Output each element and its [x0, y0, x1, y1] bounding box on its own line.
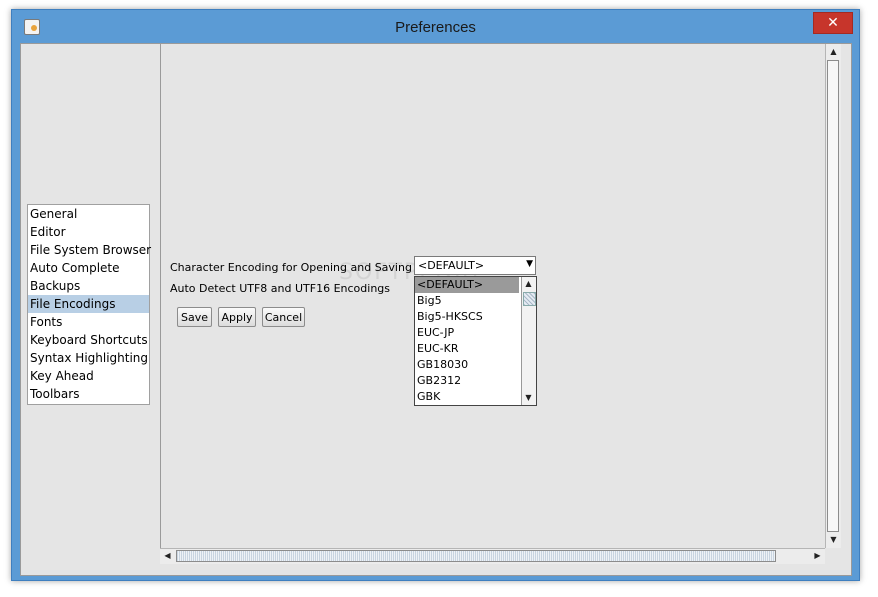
encoding-option[interactable]: EUC-JP	[415, 325, 519, 341]
arrow-down-icon[interactable]: ▼	[827, 533, 840, 547]
close-icon: ✕	[827, 15, 839, 31]
nav-item-general[interactable]: General	[28, 205, 149, 223]
apply-button[interactable]: Apply	[218, 307, 256, 327]
nav-item-file-system-browser[interactable]: File System Browser	[28, 241, 151, 259]
arrow-down-icon[interactable]: ▼	[522, 391, 535, 405]
window-title: Preferences	[395, 19, 476, 36]
encoding-dropdown-list[interactable]: <DEFAULT> Big5 Big5-HKSCS EUC-JP EUC-KR …	[414, 276, 537, 406]
nav-item-key-ahead[interactable]: Key Ahead	[28, 367, 149, 385]
encoding-option[interactable]: GBK	[415, 389, 519, 405]
encoding-select-value: <DEFAULT>	[418, 259, 485, 272]
client-area: General Editor File System Browser Auto …	[20, 43, 852, 576]
nav-item-keyboard-shortcuts[interactable]: Keyboard Shortcuts	[28, 331, 149, 349]
encoding-option[interactable]: <DEFAULT>	[415, 277, 519, 293]
encoding-option[interactable]: EUC-KR	[415, 341, 519, 357]
dropdown-scrollbar[interactable]: ▲ ▼	[521, 277, 536, 405]
autodetect-label: Auto Detect UTF8 and UTF16 Encodings	[170, 282, 391, 295]
encoding-option[interactable]: GB2312	[415, 373, 519, 389]
nav-item-fonts[interactable]: Fonts	[28, 313, 149, 331]
close-button[interactable]: ✕	[813, 12, 853, 34]
save-button[interactable]: Save	[177, 307, 212, 327]
cancel-button[interactable]: Cancel	[262, 307, 305, 327]
dropdown-scroll-thumb[interactable]	[523, 292, 536, 306]
encoding-option[interactable]: GB18030	[415, 357, 519, 373]
vertical-scrollbar[interactable]: ▲ ▼	[825, 44, 841, 548]
nav-item-editor[interactable]: Editor	[28, 223, 149, 241]
chevron-down-icon[interactable]: ▼	[526, 259, 533, 269]
encoding-label: Character Encoding for Opening and Savin…	[170, 261, 440, 274]
nav-item-syntax-highlighting[interactable]: Syntax Highlighting	[28, 349, 149, 367]
horizontal-scroll-thumb[interactable]	[176, 550, 776, 562]
nav-item-file-encodings[interactable]: File Encodings	[28, 295, 149, 313]
nav-item-auto-complete[interactable]: Auto Complete	[28, 259, 149, 277]
horizontal-scrollbar[interactable]: ◀ ▶	[160, 548, 825, 564]
arrow-left-icon[interactable]: ◀	[161, 549, 174, 563]
encoding-option[interactable]: Big5	[415, 293, 519, 309]
nav-item-toolbars[interactable]: Toolbars	[28, 385, 149, 403]
encoding-option[interactable]: Big5-HKSCS	[415, 309, 519, 325]
nav-item-backups[interactable]: Backups	[28, 277, 149, 295]
title-bar[interactable]: Preferences ✕	[12, 10, 859, 44]
arrow-right-icon[interactable]: ▶	[811, 549, 824, 563]
preferences-category-list[interactable]: General Editor File System Browser Auto …	[27, 204, 151, 405]
arrow-up-icon[interactable]: ▲	[827, 45, 840, 59]
preferences-window: Preferences ✕ General Editor File System…	[11, 9, 860, 581]
vertical-scroll-thumb[interactable]	[827, 60, 839, 532]
encoding-select[interactable]: <DEFAULT> ▼	[414, 256, 536, 275]
arrow-up-icon[interactable]: ▲	[522, 277, 535, 291]
